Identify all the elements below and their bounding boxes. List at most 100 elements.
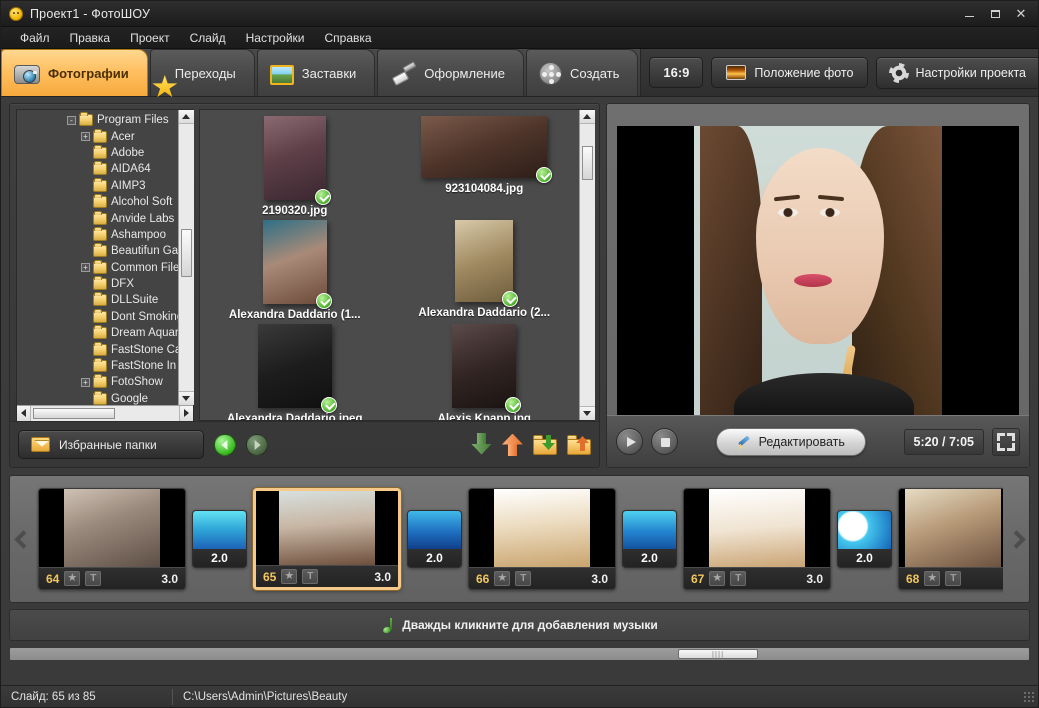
photo-position-button[interactable]: Положение фото (711, 57, 868, 88)
file-thumbnail-item[interactable]: Alexandra Daddario (1... (200, 218, 390, 322)
tree-scroll-down-button[interactable] (179, 391, 194, 405)
tree-node[interactable]: Alcohol Soft (17, 194, 178, 210)
star-icon[interactable]: ★ (64, 571, 80, 586)
transition-item[interactable]: 2.0 (407, 510, 462, 568)
tab-design[interactable]: Оформление (377, 49, 524, 96)
menu-item-project[interactable]: Проект (121, 28, 179, 48)
timeline-scroll-thumb[interactable]: |||| (678, 649, 758, 659)
project-settings-button[interactable]: Настройки проекта (876, 57, 1039, 89)
expand-icon[interactable]: + (81, 132, 90, 141)
arrow-up-icon[interactable] (502, 433, 523, 457)
tree-node[interactable]: FastStone In (17, 358, 178, 374)
tree-node[interactable]: FastStone Ca (17, 341, 178, 357)
tree-vertical-scrollbar[interactable] (178, 110, 193, 405)
menu-item-settings[interactable]: Настройки (237, 28, 314, 48)
minimize-button[interactable] (956, 3, 982, 25)
transition-item[interactable]: 2.0 (837, 510, 892, 568)
file-thumbnail-item[interactable]: 2190320.jpg (200, 114, 390, 218)
tree-node[interactable]: Dont Smoking (17, 309, 178, 325)
text-icon[interactable]: T (515, 571, 531, 586)
tree-node[interactable]: Anvide Labs (17, 210, 178, 226)
tree-node[interactable]: DLLSuite (17, 292, 178, 308)
text-icon[interactable]: T (945, 571, 961, 586)
expand-icon[interactable]: + (81, 378, 90, 387)
tab-create[interactable]: Создать (526, 49, 638, 96)
collapse-icon[interactable]: - (67, 116, 76, 125)
tree-node[interactable]: +Common File (17, 260, 178, 276)
expand-icon[interactable]: + (81, 263, 90, 272)
file-thumbnail-image[interactable] (455, 220, 513, 302)
arrow-down-icon[interactable] (471, 433, 492, 457)
folder-export-icon[interactable] (567, 434, 591, 455)
star-icon[interactable]: ★ (709, 571, 725, 586)
tree-node[interactable]: AIDA64 (17, 161, 178, 177)
tree-node[interactable]: Dream Aquar (17, 325, 178, 341)
transition-item[interactable]: 2.0 (622, 510, 677, 568)
filmstrip-slide[interactable]: 65★T3.0 (253, 488, 401, 590)
filmstrip-next-button[interactable] (1003, 476, 1029, 602)
tab-photos[interactable]: Фотографии (1, 49, 148, 96)
folder-import-icon[interactable] (533, 434, 557, 455)
play-button[interactable] (616, 428, 643, 455)
tree-scroll-track[interactable] (179, 124, 194, 391)
file-thumbnail-image[interactable] (452, 324, 516, 408)
filmstrip-slide[interactable]: 66★T3.0 (468, 488, 616, 590)
stop-button[interactable] (651, 428, 678, 455)
menu-item-help[interactable]: Справка (315, 28, 380, 48)
grid-scroll-track[interactable] (580, 124, 595, 406)
preview-stage[interactable] (617, 126, 1019, 415)
transition-item[interactable]: 2.0 (192, 510, 247, 568)
tree-hscroll-thumb[interactable] (33, 408, 115, 419)
grid-scroll-thumb[interactable] (582, 146, 593, 180)
maximize-button[interactable] (982, 3, 1008, 25)
tab-transitions[interactable]: Переходы (150, 49, 255, 96)
filmstrip[interactable]: 64★T3.02.065★T3.02.066★T3.02.067★T3.02.0… (36, 476, 1003, 602)
star-icon[interactable]: ★ (281, 569, 297, 584)
tree-node[interactable]: +Acer (17, 128, 178, 144)
tree-hscroll-track[interactable] (31, 406, 179, 421)
tree-scroll-right-button[interactable] (179, 406, 193, 421)
tree-node[interactable]: Beautifun Ga (17, 243, 178, 259)
edit-button[interactable]: Редактировать (716, 428, 866, 456)
tree-node[interactable]: AIMP3 (17, 178, 178, 194)
forward-button[interactable] (246, 434, 268, 456)
filmstrip-prev-button[interactable] (10, 476, 36, 602)
star-icon[interactable]: ★ (494, 571, 510, 586)
menu-item-file[interactable]: Файл (11, 28, 59, 48)
grid-scroll-up-button[interactable] (580, 110, 595, 124)
tree-node[interactable]: Google (17, 391, 178, 405)
thumbnail-grid[interactable]: 2190320.jpg923104084.jpgAlexandra Daddar… (200, 110, 579, 420)
tree-node[interactable]: -Program Files (17, 112, 178, 128)
file-thumbnail-image[interactable] (258, 324, 332, 408)
close-button[interactable]: ✕ (1008, 3, 1034, 25)
file-thumbnail-item[interactable]: 923104084.jpg (390, 114, 580, 218)
timeline-horizontal-scrollbar[interactable]: |||| (9, 647, 1030, 661)
fullscreen-button[interactable] (992, 428, 1020, 456)
tree-node[interactable]: Adobe (17, 145, 178, 161)
menu-item-edit[interactable]: Правка (61, 28, 120, 48)
tree-node[interactable]: DFX (17, 276, 178, 292)
resize-grip[interactable] (1023, 691, 1035, 703)
aspect-ratio-button[interactable]: 16:9 (649, 57, 703, 88)
tab-intros[interactable]: Заставки (257, 49, 375, 96)
file-thumbnail-item[interactable]: Alexandra Daddario.jpeg (200, 322, 390, 420)
text-icon[interactable]: T (730, 571, 746, 586)
tree-scroll-thumb[interactable] (181, 229, 192, 277)
tree-node[interactable]: +FotoShow (17, 374, 178, 390)
filmstrip-slide[interactable]: 68★T (898, 488, 1003, 590)
tree-scroll-left-button[interactable] (17, 406, 31, 421)
filmstrip-slide[interactable]: 64★T3.0 (38, 488, 186, 590)
text-icon[interactable]: T (302, 569, 318, 584)
file-thumbnail-image[interactable] (263, 220, 327, 304)
back-button[interactable] (214, 434, 236, 456)
file-thumbnail-image[interactable] (264, 116, 326, 200)
file-thumbnail-item[interactable]: Alexis Knapp.jpg (390, 322, 580, 420)
grid-scroll-down-button[interactable] (580, 406, 595, 420)
tree-horizontal-scrollbar[interactable] (17, 405, 193, 420)
tree-scroll-up-button[interactable] (179, 110, 194, 124)
folder-tree[interactable]: -Program Files+AcerAdobeAIDA64AIMP3Alcoh… (17, 110, 178, 405)
text-icon[interactable]: T (85, 571, 101, 586)
menu-item-slide[interactable]: Слайд (181, 28, 235, 48)
favorite-folders-button[interactable]: Избранные папки (18, 430, 204, 459)
file-thumbnail-image[interactable] (421, 116, 547, 178)
